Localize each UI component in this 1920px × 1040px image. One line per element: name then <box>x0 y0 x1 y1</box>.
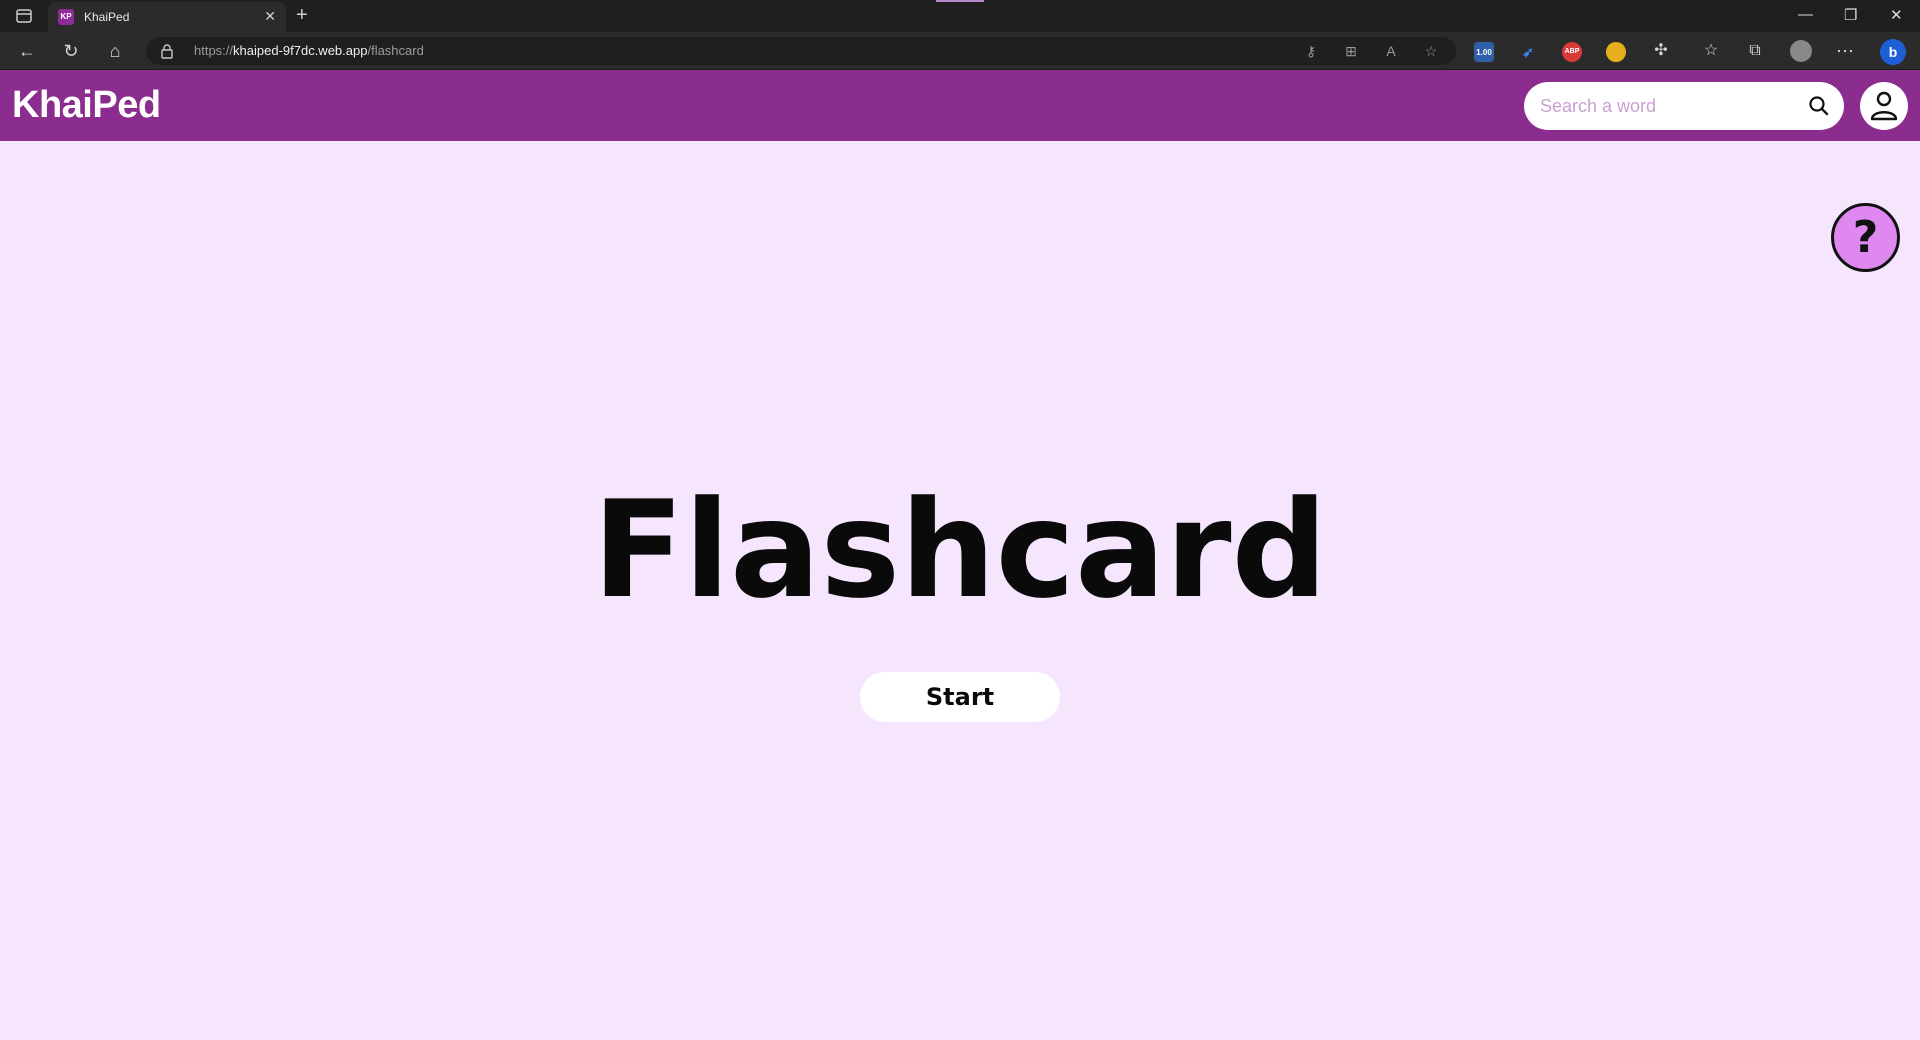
adblock-label: ABP <box>1564 48 1580 55</box>
search-icon[interactable] <box>1808 95 1830 117</box>
close-icon[interactable]: ✕ <box>264 8 276 25</box>
close-icon[interactable]: ✕ <box>1890 6 1903 24</box>
search-input[interactable] <box>1540 94 1800 118</box>
favicon: KP <box>58 9 74 25</box>
page-title: Flashcard <box>592 472 1328 628</box>
url-field[interactable]: https://khaiped-9f7dc.web.app/flashcard … <box>146 37 1456 65</box>
url-text: https://khaiped-9f7dc.web.app/flashcard <box>194 43 424 58</box>
collections-icon[interactable]: ⧉ <box>1744 40 1766 62</box>
browser-tab[interactable]: KP KhaiPed ✕ <box>48 2 286 32</box>
start-button[interactable]: Start <box>860 672 1060 722</box>
browser-tab-bar: KP KhaiPed ✕ + — ❐ ✕ <box>0 0 1920 32</box>
extension-icon[interactable]: 1.00 <box>1474 42 1494 62</box>
adblock-icon[interactable]: ABP <box>1562 42 1582 62</box>
back-icon[interactable]: ← <box>16 40 38 62</box>
user-icon <box>1870 91 1898 121</box>
search-bar[interactable] <box>1524 82 1844 130</box>
sidebar-icon[interactable] <box>14 6 34 26</box>
url-host: khaiped-9f7dc.web.app <box>233 43 368 58</box>
extension-arrow-icon[interactable]: ➶ <box>1518 42 1538 62</box>
avatar-icon[interactable] <box>1790 40 1812 62</box>
minimize-icon[interactable]: — <box>1798 6 1813 23</box>
url-path: /flashcard <box>367 43 424 58</box>
key-icon[interactable]: ⚷ <box>1302 42 1320 60</box>
star-icon[interactable]: ☆ <box>1422 42 1440 60</box>
puzzle-icon[interactable]: ✣ <box>1650 40 1672 62</box>
accent-line <box>936 0 984 2</box>
tab-title: KhaiPed <box>84 10 130 24</box>
profile-button[interactable] <box>1860 82 1908 130</box>
url-scheme: https:// <box>194 43 234 58</box>
extension-circle-icon[interactable] <box>1606 42 1626 62</box>
site-logo[interactable]: KhaiPed <box>12 84 161 127</box>
refresh-icon[interactable]: ↻ <box>60 40 82 62</box>
plus-icon[interactable]: + <box>296 4 308 27</box>
bing-icon[interactable]: b <box>1880 39 1906 65</box>
address-bar: ← ↻ ⌂ https://khaiped-9f7dc.web.app/flas… <box>0 32 1920 70</box>
help-icon: ? <box>1852 212 1879 263</box>
restore-icon[interactable]: ❐ <box>1844 6 1857 24</box>
home-icon[interactable]: ⌂ <box>104 40 126 62</box>
grid-icon[interactable]: ⊞ <box>1342 42 1360 60</box>
more-icon[interactable]: ⋯ <box>1834 40 1856 62</box>
help-button[interactable]: ? <box>1831 203 1900 272</box>
extension-badge: 1.00 <box>1476 48 1492 57</box>
read-aloud-icon[interactable]: A <box>1382 42 1400 60</box>
app-header: KhaiPed <box>0 70 1920 141</box>
favorites-icon[interactable]: ☆ <box>1700 40 1722 62</box>
lock-icon[interactable] <box>160 43 174 59</box>
